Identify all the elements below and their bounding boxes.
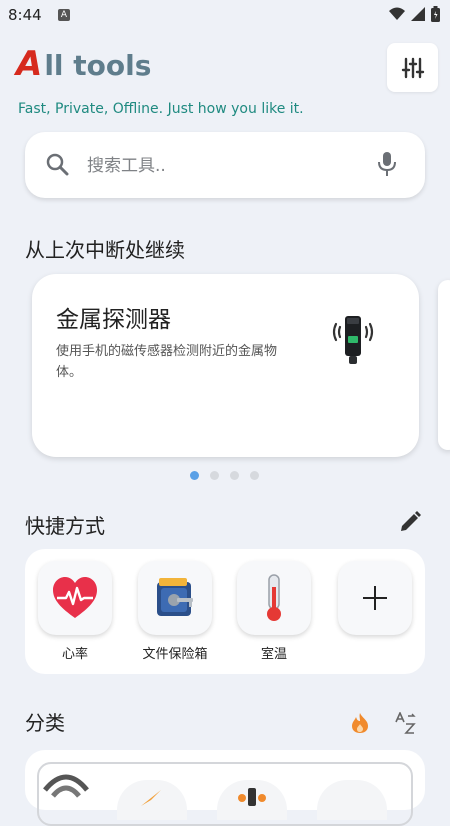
logo-text: ll tools <box>44 49 152 82</box>
file-vault-icon <box>138 561 212 635</box>
status-time: 8:44 <box>8 6 42 24</box>
shortcut-label: 心率 <box>61 647 88 662</box>
wifi-icon <box>389 7 405 20</box>
search-bar[interactable] <box>25 132 425 198</box>
add-icon <box>338 561 412 635</box>
shortcuts-section-title: 快捷方式 <box>25 514 105 538</box>
pager-dot[interactable] <box>230 471 239 480</box>
categories-panel <box>25 750 425 826</box>
categories-section-title: 分类 <box>25 711 65 735</box>
shortcut-heart-rate[interactable]: 心率 <box>37 561 113 662</box>
status-icons <box>389 6 440 22</box>
shortcuts-panel: 心率 文件保险箱 室温 <box>25 549 425 674</box>
next-card-peek[interactable] <box>438 280 450 450</box>
tagline: Fast, Private, Offline. Just how you lik… <box>18 101 304 117</box>
pager-dot[interactable] <box>210 471 219 480</box>
battery-icon <box>431 6 440 22</box>
category-tile[interactable] <box>117 780 187 820</box>
recent-tool-card[interactable]: 金属探测器 使用手机的磁传感器检测附近的金属物体。 <box>32 274 419 457</box>
category-tile[interactable] <box>217 780 287 820</box>
flame-icon[interactable] <box>350 712 370 734</box>
logo-letter: A <box>16 44 43 84</box>
wifi-category-icon[interactable] <box>41 768 91 808</box>
shortcut-file-vault[interactable]: 文件保险箱 <box>137 561 213 662</box>
category-tile[interactable] <box>317 780 387 820</box>
add-shortcut-button[interactable] <box>337 561 413 635</box>
signal-icon <box>411 7 425 21</box>
compass-category-icon <box>141 790 161 806</box>
category-list <box>37 762 413 826</box>
shortcut-room-temperature[interactable]: 室温 <box>236 561 312 662</box>
card-description: 使用手机的磁传感器检测附近的金属物体。 <box>56 344 278 380</box>
continue-section-title: 从上次中断处继续 <box>25 238 185 262</box>
settings-button[interactable] <box>387 43 438 92</box>
sliders-icon <box>401 57 424 78</box>
mic-icon[interactable] <box>375 150 399 178</box>
sort-az-icon[interactable] <box>394 712 418 734</box>
pager-dot[interactable] <box>250 471 259 480</box>
pager-dot[interactable] <box>190 471 199 480</box>
pager-dots <box>190 471 259 480</box>
shortcut-label: 室温 <box>260 647 287 662</box>
thermometer-icon <box>237 561 311 635</box>
notification-icon: A <box>58 9 70 21</box>
card-title: 金属探测器 <box>56 307 171 333</box>
status-bar: 8:44 A <box>0 0 450 30</box>
edit-pencil-icon[interactable] <box>398 510 422 534</box>
shortcut-label: 文件保险箱 <box>142 647 208 662</box>
search-icon <box>46 153 69 176</box>
heart-rate-icon <box>38 561 112 635</box>
category-sort-controls <box>350 712 418 734</box>
app-logo: A ll tools <box>16 44 151 84</box>
metal-detector-icon <box>332 316 374 364</box>
search-input[interactable] <box>85 153 359 179</box>
phone-category-icon <box>238 788 266 806</box>
